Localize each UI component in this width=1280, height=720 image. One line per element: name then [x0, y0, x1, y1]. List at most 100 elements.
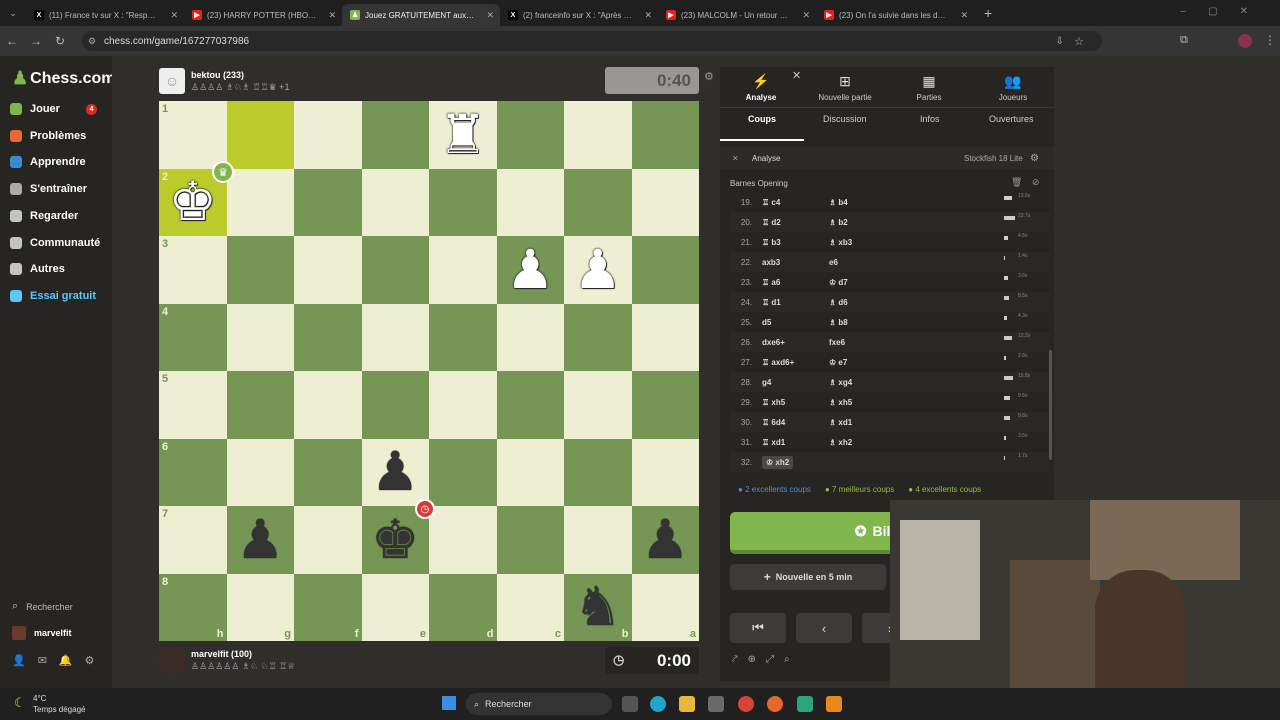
- board-square[interactable]: [429, 303, 497, 371]
- browser-tab[interactable]: ▶ (23) MALCOLM - Un retour MIT ✕: [658, 4, 816, 26]
- board-square[interactable]: [361, 168, 429, 236]
- board-square[interactable]: [361, 371, 429, 439]
- board-square[interactable]: [294, 371, 362, 439]
- site-info-icon[interactable]: ⚙: [88, 36, 96, 47]
- top-player-avatar[interactable]: ☺: [159, 68, 185, 94]
- tab-close-icon[interactable]: ✕: [328, 10, 336, 21]
- panel-tab[interactable]: ▦ Parties: [888, 67, 970, 107]
- taskbar-search[interactable]: ⌕ Rechercher: [466, 693, 612, 715]
- tab-close-icon[interactable]: ✕: [170, 10, 178, 21]
- mail-icon[interactable]: ✉: [38, 654, 47, 667]
- chesscom-logo[interactable]: ♟ Chess.com: [12, 68, 116, 89]
- white-move[interactable]: ♖ xh5: [762, 398, 785, 407]
- board-square[interactable]: [496, 168, 564, 236]
- black-move[interactable]: ♗ b2: [829, 218, 848, 227]
- chrome-icon[interactable]: [738, 696, 754, 712]
- browser-tab[interactable]: X (11) France tv sur X : "Respect d ✕: [26, 4, 184, 26]
- board-square[interactable]: ♟: [226, 506, 295, 574]
- engine-settings-icon[interactable]: ⚙: [1030, 153, 1039, 164]
- black-move[interactable]: ♔ e7: [829, 358, 847, 367]
- explore-icon[interactable]: ⊕: [748, 654, 756, 665]
- black-move[interactable]: ♗ xh5: [829, 398, 852, 407]
- subtab[interactable]: Infos: [920, 114, 940, 124]
- bottom-player-name[interactable]: marvelfit (100): [191, 649, 295, 659]
- file-explorer-icon[interactable]: [679, 696, 695, 712]
- extensions-icon[interactable]: ⧉: [1180, 34, 1188, 47]
- board-square[interactable]: b ♞: [564, 573, 632, 641]
- board-square[interactable]: [429, 371, 497, 439]
- sidebar-item[interactable]: Apprendre: [10, 156, 86, 169]
- board-square[interactable]: [226, 371, 294, 439]
- move-list-scrollbar[interactable]: [1049, 350, 1052, 460]
- board-square[interactable]: c: [496, 573, 564, 641]
- trash-icon[interactable]: 🗑: [1011, 177, 1022, 188]
- black-move[interactable]: ♗ b4: [829, 198, 848, 207]
- black-move[interactable]: ♗ b8: [829, 318, 848, 327]
- board-square[interactable]: g: [226, 573, 294, 641]
- board-square[interactable]: [631, 236, 699, 304]
- board-square[interactable]: [226, 236, 294, 304]
- black-pawn-piece[interactable]: ♟: [632, 506, 700, 574]
- board-square[interactable]: a: [631, 573, 699, 641]
- board-square[interactable]: 4: [159, 303, 227, 371]
- panel-tab[interactable]: ⊞ Nouvelle partie: [804, 67, 886, 107]
- reload-icon[interactable]: ↻: [48, 34, 72, 48]
- browser-tab[interactable]: ♟ Jouez GRATUITEMENT aux éche ✕: [342, 4, 500, 26]
- weather-widget[interactable]: 4°C Temps dégagé: [33, 693, 85, 715]
- back-icon[interactable]: ←: [0, 34, 24, 48]
- board-square[interactable]: ♟: [361, 438, 429, 506]
- new-game-button[interactable]: + Nouvelle en 5 min: [730, 564, 886, 590]
- forward-icon[interactable]: →: [24, 34, 48, 48]
- board-square[interactable]: 7: [159, 506, 227, 574]
- sidebar-item[interactable]: S'entraîner: [10, 183, 87, 196]
- board-square[interactable]: [429, 506, 497, 574]
- board-square[interactable]: [294, 438, 362, 506]
- start-button[interactable]: [442, 696, 456, 710]
- tab-close-icon[interactable]: ✕: [802, 10, 810, 21]
- white-move[interactable]: ♖ c4: [762, 198, 780, 207]
- first-move-button[interactable]: ⏮: [730, 613, 786, 643]
- board-square[interactable]: [564, 438, 632, 506]
- black-move[interactable]: ♗ xh2: [829, 438, 852, 447]
- board-square[interactable]: [564, 303, 632, 371]
- board-square[interactable]: [564, 168, 632, 236]
- chess-board[interactable]: 1 ♜ 2 ♚ 3 ♟ ♟ 4 5 6 ♟ 7 ♟ ♚ ♟ 8 h g f e d c b ♞ a: [159, 101, 699, 641]
- top-player-name[interactable]: bektou (233): [191, 70, 289, 80]
- tab-close-icon[interactable]: ✕: [960, 10, 968, 21]
- board-square[interactable]: [631, 371, 699, 439]
- black-move[interactable]: e6: [829, 258, 838, 267]
- zoom-icon[interactable]: ⌕: [784, 654, 790, 665]
- panel-tab[interactable]: ⚡ Analyse: [720, 67, 802, 107]
- browser-tab[interactable]: ▶ (23) On l'a suivie dans les débu ✕: [816, 4, 974, 26]
- black-pawn-piece[interactable]: ♟: [227, 506, 295, 574]
- subtab[interactable]: Coups: [748, 114, 776, 124]
- board-square[interactable]: ♜: [429, 101, 497, 169]
- close-panel-icon[interactable]: ✕: [792, 69, 801, 82]
- sidebar-item[interactable]: Communauté: [10, 236, 100, 249]
- friends-icon[interactable]: 👤: [12, 654, 26, 667]
- board-square[interactable]: [496, 506, 564, 574]
- board-square[interactable]: [631, 101, 699, 169]
- white-move[interactable]: ♖ 6d4: [762, 418, 785, 427]
- board-square[interactable]: [226, 168, 294, 236]
- white-move[interactable]: ♖ d1: [762, 298, 781, 307]
- board-square[interactable]: [294, 506, 362, 574]
- board-square[interactable]: 3: [159, 236, 227, 304]
- black-move[interactable]: ♔ d7: [829, 278, 848, 287]
- tab-close-icon[interactable]: ✕: [486, 10, 494, 21]
- black-move[interactable]: ♗ xg4: [829, 378, 852, 387]
- cancel-icon[interactable]: ⊘: [1032, 177, 1040, 188]
- sidebar-item[interactable]: Essai gratuit: [10, 289, 96, 302]
- board-square[interactable]: 6: [159, 438, 227, 506]
- browser-tab[interactable]: X (2) franceinfo sur X : "Après une ✕: [500, 4, 658, 26]
- white-move[interactable]: g4: [762, 378, 771, 387]
- sidebar-item[interactable]: Problèmes: [10, 129, 86, 142]
- window-controls[interactable]: –▢✕: [1181, 6, 1270, 17]
- board-square[interactable]: [294, 236, 362, 304]
- board-square[interactable]: [564, 371, 632, 439]
- bell-icon[interactable]: 🔔: [59, 654, 73, 667]
- board-square[interactable]: [294, 101, 362, 169]
- bookmark-star-icon[interactable]: ☆: [1074, 35, 1084, 48]
- board-square[interactable]: [631, 168, 699, 236]
- sidebar-item[interactable]: Jouer 4: [10, 103, 97, 115]
